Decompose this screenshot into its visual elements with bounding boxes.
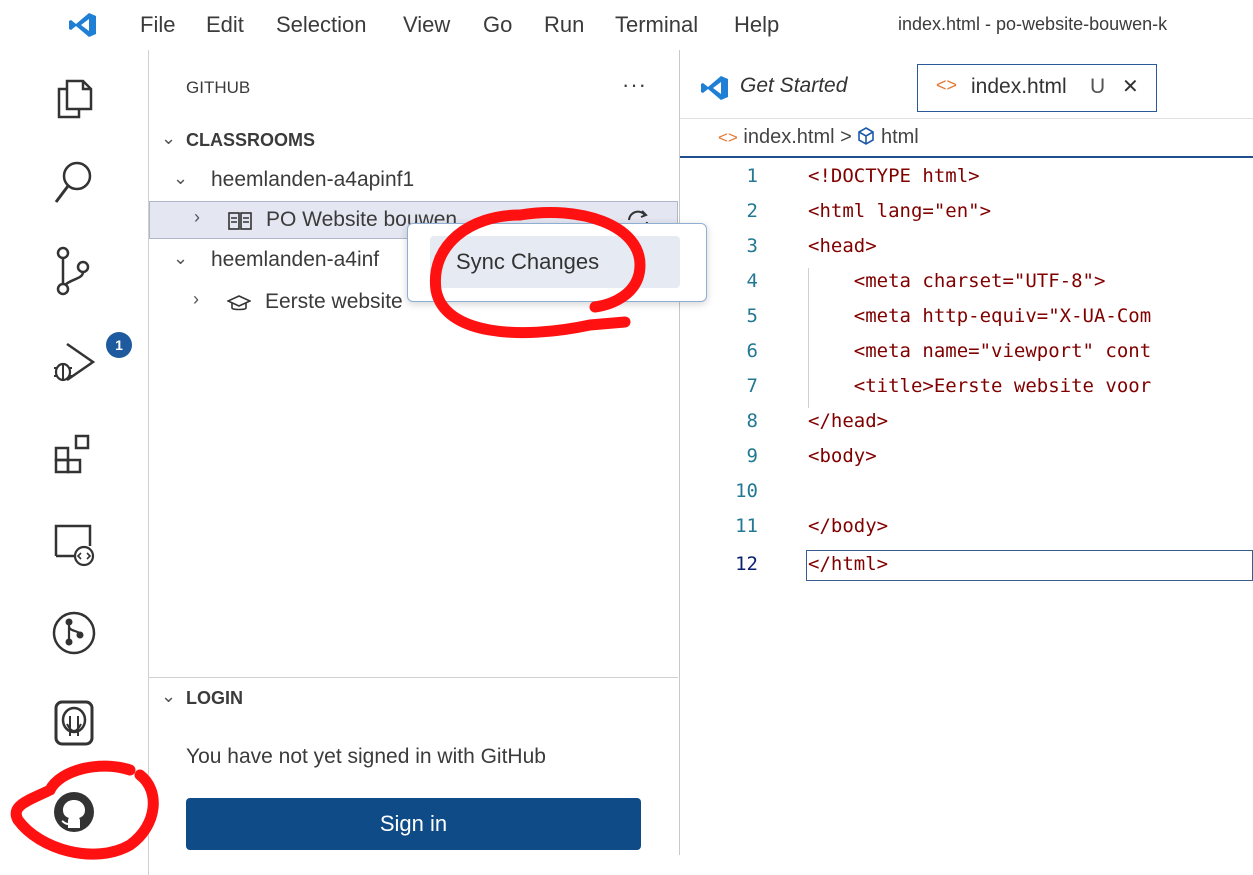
code-line[interactable]: 5 <meta http-equiv="X-UA-Com bbox=[680, 305, 1253, 340]
code-line[interactable]: 6 <meta name="viewport" cont bbox=[680, 340, 1253, 375]
code-line[interactable]: 9 <body> bbox=[680, 445, 1253, 480]
line-number: 11 bbox=[735, 515, 758, 537]
menu-edit[interactable]: Edit bbox=[206, 11, 244, 39]
chevron-down-icon: ⌄ bbox=[161, 686, 177, 706]
code-line[interactable]: 10 bbox=[680, 480, 1253, 515]
git-graph-icon[interactable] bbox=[49, 608, 99, 658]
run-debug-icon[interactable] bbox=[49, 340, 99, 386]
window-title: index.html - po-website-bouwen-k bbox=[898, 14, 1168, 34]
close-tab-icon[interactable]: ✕ bbox=[1122, 74, 1139, 99]
classrooms-section-header[interactable]: ⌄ CLASSROOMS bbox=[149, 122, 678, 160]
breadcrumb-separator: > bbox=[840, 126, 852, 148]
database-icon[interactable] bbox=[50, 698, 98, 748]
code-text: <meta charset="UTF-8"> bbox=[808, 270, 1106, 292]
line-number: 6 bbox=[746, 340, 758, 362]
chevron-right-icon: › bbox=[194, 207, 200, 227]
line-number: 2 bbox=[746, 200, 758, 222]
menu-go[interactable]: Go bbox=[483, 11, 512, 39]
html-file-icon: <> bbox=[936, 75, 958, 95]
menu-run[interactable]: Run bbox=[544, 11, 584, 39]
editor-area: Get Started <> index.html U ✕ <> index.h… bbox=[680, 50, 1253, 855]
menu-view[interactable]: View bbox=[403, 11, 450, 39]
login-message: You have not yet signed in with GitHub bbox=[186, 745, 546, 768]
line-number: 10 bbox=[735, 480, 758, 502]
sync-changes-label: Sync Changes bbox=[456, 249, 600, 274]
code-line[interactable]: 7 <title>Eerste website voor bbox=[680, 375, 1253, 410]
code-text: <meta name="viewport" cont bbox=[808, 340, 1152, 362]
sync-changes-menu-item[interactable]: Sync Changes bbox=[430, 236, 680, 288]
context-menu: Sync Changes bbox=[407, 223, 707, 302]
extensions-icon[interactable] bbox=[50, 430, 98, 480]
breadcrumb-file[interactable]: index.html bbox=[743, 126, 834, 148]
tab-index-html[interactable]: <> index.html U ✕ bbox=[917, 64, 1157, 112]
menu-selection[interactable]: Selection bbox=[276, 11, 367, 39]
line-number: 7 bbox=[746, 375, 758, 397]
line-number: 5 bbox=[746, 305, 758, 327]
mortarboard-icon bbox=[227, 295, 251, 311]
code-text: <body> bbox=[808, 445, 877, 467]
breadcrumb-border bbox=[680, 156, 1253, 158]
chevron-down-icon: ⌄ bbox=[173, 248, 189, 268]
symbol-cube-icon bbox=[858, 127, 875, 145]
line-number: 9 bbox=[746, 445, 758, 467]
menu-terminal[interactable]: Terminal bbox=[615, 11, 698, 39]
code-line[interactable]: 11 </body> bbox=[680, 515, 1253, 550]
chevron-down-icon: ⌄ bbox=[173, 168, 189, 188]
code-text: <head> bbox=[808, 235, 877, 257]
remote-explorer-icon[interactable] bbox=[50, 518, 98, 568]
html-file-icon: <> bbox=[718, 128, 738, 147]
chevron-down-icon: ⌄ bbox=[161, 128, 177, 148]
tree-item-classroom-1[interactable]: ⌄ heemlanden-a4apinf1 bbox=[149, 162, 678, 200]
search-icon[interactable] bbox=[51, 158, 97, 208]
sign-in-button[interactable]: Sign in bbox=[186, 798, 641, 850]
vscode-logo-icon bbox=[69, 13, 96, 37]
chevron-right-icon: › bbox=[193, 289, 199, 309]
menu-bar: File Edit Selection View Go Run Terminal… bbox=[0, 0, 1253, 50]
github-icon[interactable] bbox=[50, 788, 98, 836]
code-line[interactable]: 3 <head> bbox=[680, 235, 1253, 270]
book-icon bbox=[228, 212, 252, 230]
tab-label: index.html bbox=[971, 75, 1067, 98]
code-text: </html> bbox=[808, 553, 889, 575]
untracked-status: U bbox=[1090, 75, 1106, 98]
line-number: 12 bbox=[735, 553, 758, 575]
line-number: 4 bbox=[746, 270, 758, 292]
github-sidebar: GITHUB ··· ⌄ CLASSROOMS ⌄ heemlanden-a4a… bbox=[149, 50, 680, 855]
classrooms-label: CLASSROOMS bbox=[186, 130, 316, 150]
breadcrumb-symbol[interactable]: html bbox=[881, 126, 919, 148]
source-control-icon[interactable] bbox=[51, 245, 97, 297]
tab-get-started[interactable]: Get Started bbox=[680, 64, 908, 110]
tab-bar: Get Started <> index.html U ✕ bbox=[680, 50, 1253, 119]
code-line[interactable]: 12 </html> bbox=[680, 553, 1253, 588]
code-line[interactable]: 4 <meta charset="UTF-8"> bbox=[680, 270, 1253, 305]
login-section-header[interactable]: ⌄ LOGIN bbox=[149, 680, 678, 718]
section-divider bbox=[149, 677, 678, 678]
source-control-badge: 1 bbox=[106, 332, 132, 358]
menu-help[interactable]: Help bbox=[734, 11, 779, 39]
menu-file[interactable]: File bbox=[140, 11, 175, 39]
code-text: </head> bbox=[808, 410, 889, 432]
code-text: <html lang="en"> bbox=[808, 200, 992, 222]
breadcrumb: <> index.html > html bbox=[718, 126, 919, 149]
sidebar-title: GITHUB bbox=[186, 78, 251, 97]
code-text: <meta http-equiv="X-UA-Com bbox=[808, 305, 1152, 327]
code-text: <!DOCTYPE html> bbox=[808, 165, 980, 187]
tab-label: Get Started bbox=[740, 74, 848, 97]
login-label: LOGIN bbox=[186, 688, 243, 708]
line-number: 8 bbox=[746, 410, 758, 432]
classroom-2-label: heemlanden-a4inf bbox=[211, 248, 380, 271]
more-actions-button[interactable]: ··· bbox=[622, 72, 647, 98]
explorer-icon[interactable] bbox=[51, 75, 97, 121]
assignment-2-label: Eerste website bbox=[265, 290, 403, 313]
classroom-1-label: heemlanden-a4apinf1 bbox=[211, 168, 415, 191]
vscode-logo-icon bbox=[701, 76, 728, 100]
code-line[interactable]: 1 <!DOCTYPE html> bbox=[680, 165, 1253, 200]
line-number: 1 bbox=[746, 165, 758, 187]
code-line[interactable]: 2 <html lang="en"> bbox=[680, 200, 1253, 235]
code-text: <title>Eerste website voor bbox=[808, 375, 1152, 397]
code-line[interactable]: 8 </head> bbox=[680, 410, 1253, 445]
line-number: 3 bbox=[746, 235, 758, 257]
code-text: </body> bbox=[808, 515, 889, 537]
activity-bar: 1 bbox=[0, 50, 149, 875]
